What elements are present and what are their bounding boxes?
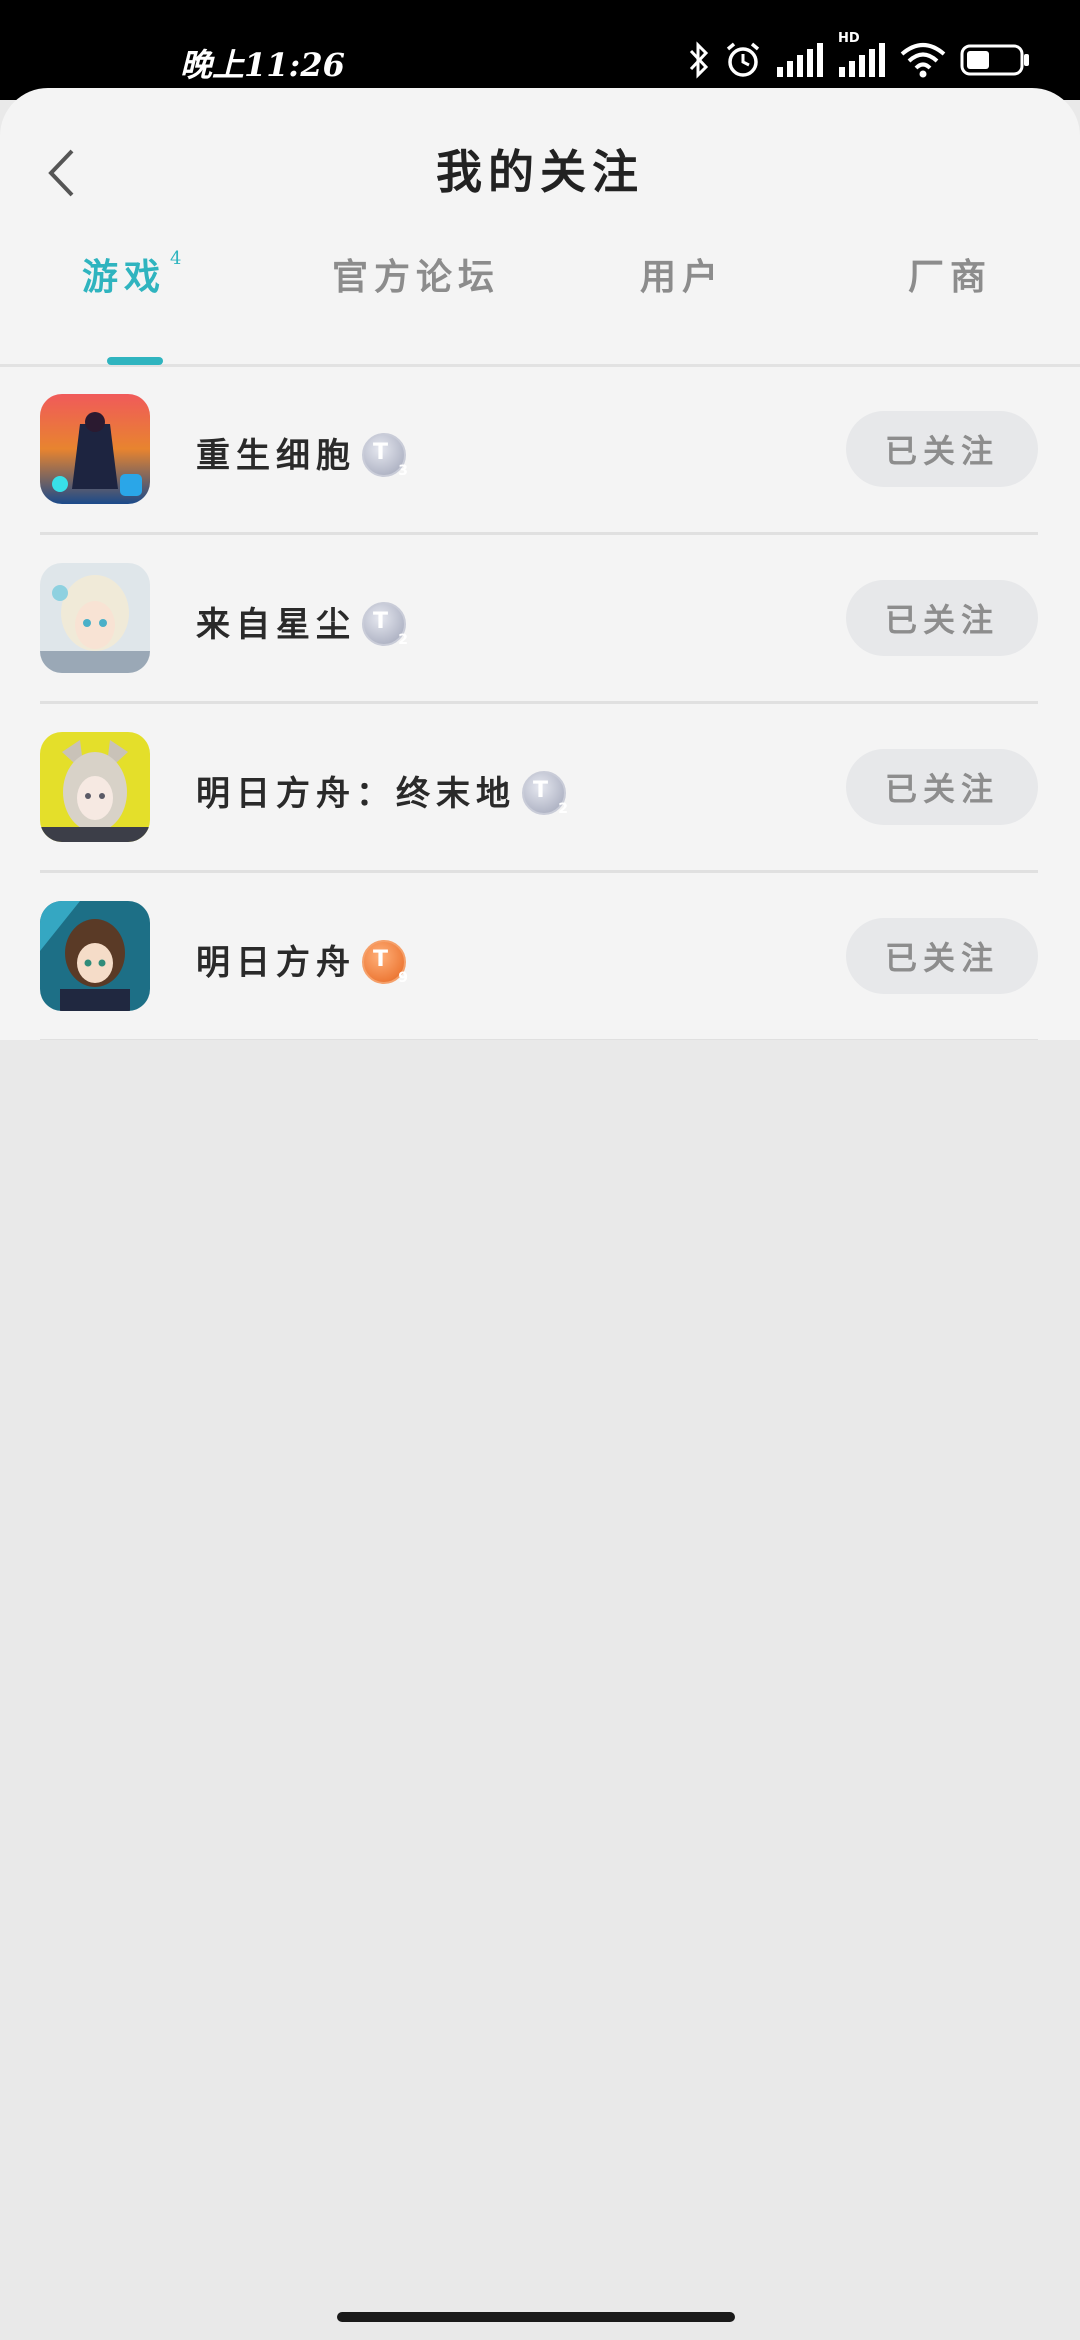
followed-button[interactable]: 已关注	[846, 411, 1038, 487]
level-badge: T2	[522, 771, 568, 817]
game-icon-arknights-endfield[interactable]	[40, 732, 150, 842]
divider	[40, 1039, 1038, 1040]
followed-games-list: 重生细胞 T 3 已关注 来自星尘 T 2 已关注 明日方舟：终末地 T 2 已…	[0, 366, 1080, 1040]
followed-button[interactable]: 已关注	[846, 580, 1038, 656]
game-name-text: 明日方舟：终末地	[196, 774, 516, 814]
status-time: 晚上11:26	[180, 46, 345, 84]
list-item[interactable]: 明日方舟 T 9 已关注	[0, 873, 1080, 1040]
list-item[interactable]: 来自星尘 T 2 已关注	[0, 535, 1080, 704]
game-icon-arknights[interactable]	[40, 901, 150, 1011]
home-indicator[interactable]	[337, 2312, 735, 2322]
badge-level: 2	[558, 801, 568, 817]
alarm-icon	[724, 41, 762, 79]
status-icons: HD	[688, 31, 1030, 82]
game-icon-dead-cells[interactable]	[40, 394, 150, 504]
level-badge: T9	[362, 940, 408, 986]
tab-games-label: 游戏	[82, 256, 167, 298]
tab-games[interactable]: 游戏 4	[82, 248, 187, 300]
tab-official-forum-label: 官方论坛	[332, 256, 501, 298]
list-item[interactable]: 重生细胞 T 3 已关注	[0, 366, 1080, 535]
badge-level: 9	[398, 970, 408, 986]
tab-official-forum[interactable]: 官方论坛	[332, 248, 500, 300]
tab-vendors-label: 厂商	[908, 256, 993, 298]
header: 我的关注	[0, 88, 1080, 248]
badge-level: 3	[398, 463, 408, 479]
bluetooth-icon	[688, 41, 710, 79]
tab-games-count: 4	[170, 248, 188, 269]
badge-level: 2	[398, 632, 408, 648]
hd-signal-icon: HD	[838, 31, 886, 77]
badge-letter: T	[373, 440, 389, 465]
tab-users-label: 用户	[640, 256, 725, 298]
battery-icon	[960, 44, 1030, 76]
game-name-text: 重生细胞	[196, 436, 356, 476]
tab-users[interactable]: 用户	[640, 248, 724, 300]
level-badge: T2	[362, 602, 408, 648]
game-name-text: 来自星尘	[196, 605, 356, 645]
list-item[interactable]: 明日方舟：终末地 T 2 已关注	[0, 704, 1080, 873]
wifi-icon	[900, 42, 946, 78]
game-name[interactable]: 来自星尘 T 2	[196, 597, 408, 648]
signal-icon	[776, 43, 824, 77]
followed-button[interactable]: 已关注	[846, 918, 1038, 994]
badge-letter: T	[533, 778, 549, 803]
game-name[interactable]: 明日方舟：终末地 T 2	[196, 766, 568, 817]
screen: 晚上11:26 HD 我的关注 游戏 4 官方论坛 用户 厂商 重生细胞 T 3…	[0, 0, 1080, 2340]
page-card: 我的关注 游戏 4 官方论坛 用户 厂商 重生细胞 T 3 已关注 来自星尘 T…	[0, 88, 1080, 1040]
badge-letter: T	[373, 609, 389, 634]
page-title: 我的关注	[436, 145, 644, 199]
badge-letter: T	[373, 947, 389, 972]
level-badge: T3	[362, 433, 408, 479]
game-name-text: 明日方舟	[196, 943, 356, 983]
game-icon-from-stardust[interactable]	[40, 563, 150, 673]
hd-label: HD	[838, 31, 860, 46]
status-bar: 晚上11:26 HD	[0, 0, 1080, 100]
tab-bar: 游戏 4 官方论坛 用户 厂商	[0, 248, 1080, 367]
followed-button[interactable]: 已关注	[846, 749, 1038, 825]
game-name[interactable]: 明日方舟 T 9	[196, 935, 408, 986]
tab-vendors[interactable]: 厂商	[908, 248, 992, 300]
game-name[interactable]: 重生细胞 T 3	[196, 428, 408, 479]
active-tab-indicator	[107, 357, 163, 365]
